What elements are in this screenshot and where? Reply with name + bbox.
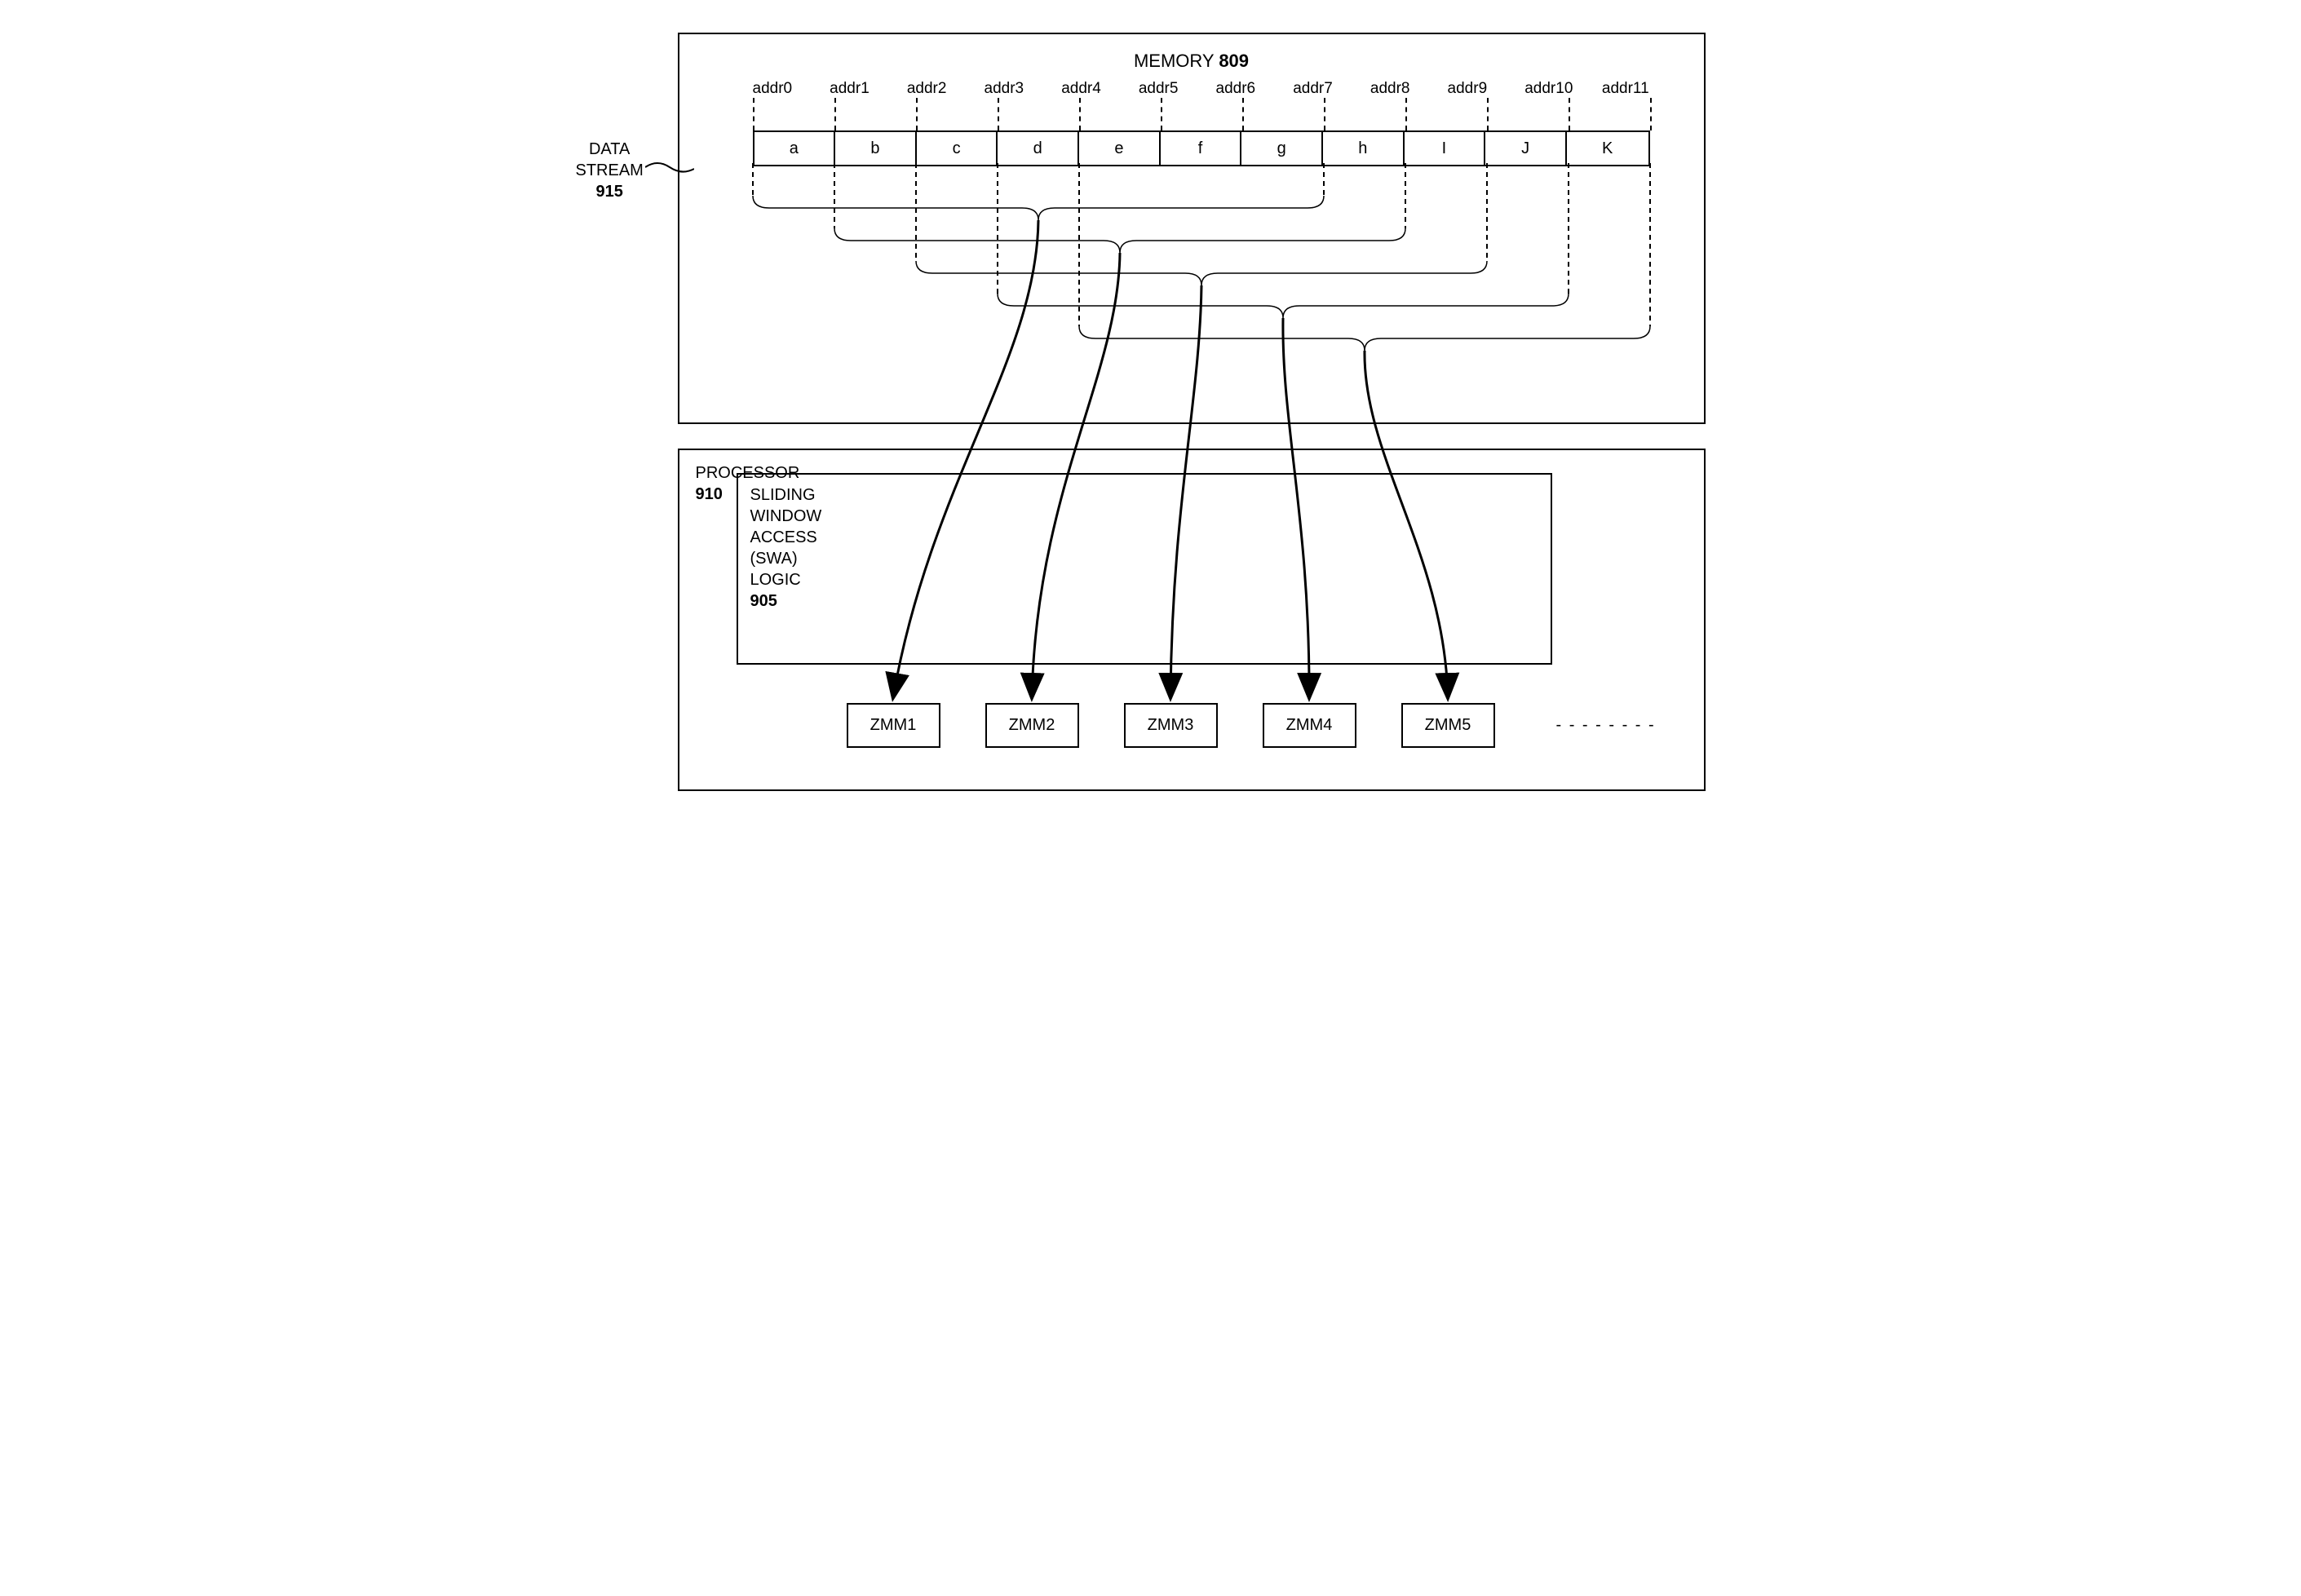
swa-line: SLIDING (750, 484, 1538, 506)
addr-label: addr5 (1139, 80, 1216, 98)
memory-title-num: 809 (1219, 51, 1249, 71)
dashed-lines-top (753, 98, 1679, 130)
memory-title: MEMORY 809 (704, 51, 1679, 72)
addr-label: addr1 (830, 80, 907, 98)
addr-label: addr8 (1370, 80, 1448, 98)
data-cell: e (1079, 132, 1161, 165)
data-cell: J (1485, 132, 1567, 165)
zmm-register: ZMM3 (1124, 703, 1218, 748)
zmm-register: ZMM2 (985, 703, 1079, 748)
swa-text: SLIDING WINDOW ACCESS (SWA) LOGIC 905 (750, 484, 1538, 612)
swa-line: (SWA) (750, 548, 1538, 569)
data-cell: b (835, 132, 917, 165)
addr-label: addr4 (1061, 80, 1139, 98)
addr-label: addr11 (1602, 80, 1679, 98)
processor-box: PROCESSOR 910 SLIDING WINDOW ACCESS (SWA… (678, 449, 1706, 791)
addr-label: addr2 (907, 80, 985, 98)
addr-label: addr3 (985, 80, 1062, 98)
data-cell: h (1323, 132, 1405, 165)
data-stream-line2: STREAM (576, 160, 644, 181)
swa-line: ACCESS (750, 527, 1538, 548)
data-cell: c (917, 132, 998, 165)
addr-label: addr10 (1524, 80, 1602, 98)
data-cell: I (1405, 132, 1486, 165)
memory-box: MEMORY 809 addr0 addr1 addr2 addr3 addr4… (678, 33, 1706, 424)
addr-label: addr7 (1293, 80, 1370, 98)
data-stream-label: DATA STREAM 915 (576, 139, 644, 202)
data-cell: f (1161, 132, 1242, 165)
data-cells-row: a b c d e f g h I J K (753, 130, 1650, 166)
addr-label: addr6 (1216, 80, 1294, 98)
data-cell: K (1567, 132, 1648, 165)
data-stream-line1: DATA (576, 139, 644, 160)
swa-line: WINDOW (750, 506, 1538, 527)
data-cell: a (754, 132, 836, 165)
memory-title-text: MEMORY (1134, 51, 1214, 71)
data-stream-num: 915 (576, 181, 644, 202)
addr-label: addr9 (1448, 80, 1525, 98)
data-cell: d (998, 132, 1079, 165)
swa-num: 905 (750, 590, 1538, 612)
swa-box: SLIDING WINDOW ACCESS (SWA) LOGIC 905 (737, 473, 1552, 665)
addr-label: addr0 (753, 80, 830, 98)
zmm-register: ZMM4 (1263, 703, 1356, 748)
zmm-register: ZMM5 (1401, 703, 1495, 748)
diagram-container: DATA STREAM 915 MEMORY 809 addr0 addr1 a… (580, 33, 1722, 791)
zmm-row: ZMM1 ZMM2 ZMM3 ZMM4 ZMM5 - - - - - - - - (847, 703, 1656, 748)
zmm-register: ZMM1 (847, 703, 940, 748)
data-cell: g (1241, 132, 1323, 165)
swa-line: LOGIC (750, 569, 1538, 590)
address-labels-row: addr0 addr1 addr2 addr3 addr4 addr5 addr… (753, 80, 1679, 98)
zmm-continuation-dashes: - - - - - - - - (1556, 716, 1656, 735)
